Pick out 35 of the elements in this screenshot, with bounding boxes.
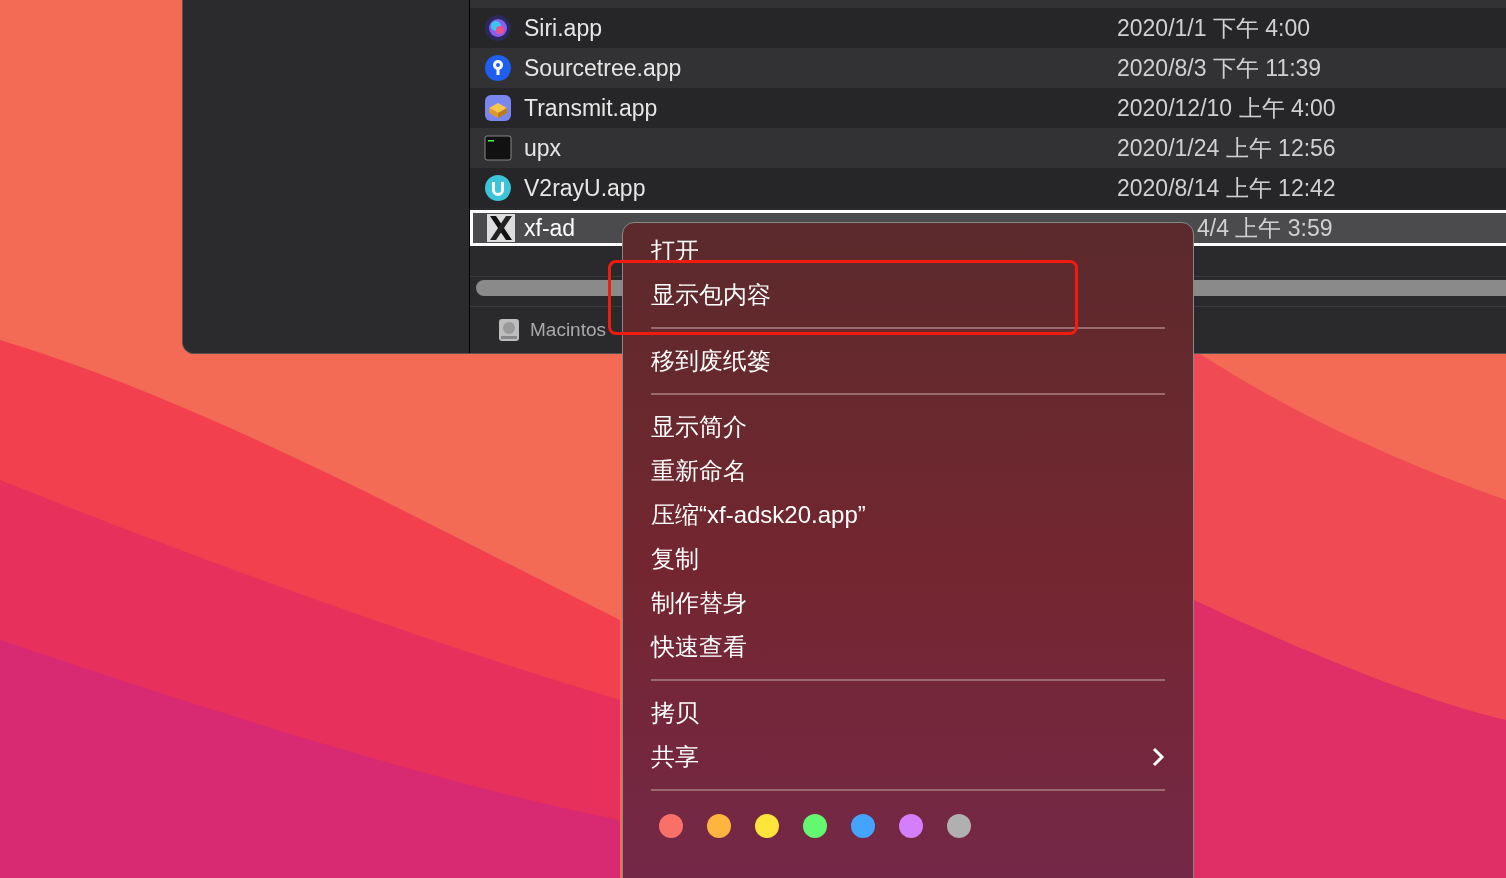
truck-icon	[484, 94, 512, 122]
menu-item[interactable]: 显示简介	[623, 405, 1193, 449]
file-name: V2rayU.app	[524, 173, 647, 203]
date-modified: 2020/12/10 上午 4:00	[1117, 93, 1336, 123]
date-modified: 2020/8/14 上午 12:42	[1117, 173, 1336, 203]
menu-item[interactable]: 重新命名	[623, 449, 1193, 493]
pin-icon	[484, 54, 512, 82]
file-name: Transmit.app	[524, 93, 659, 123]
menu-item[interactable]: 移到废纸篓	[623, 339, 1193, 383]
v-logo-icon	[484, 174, 512, 202]
sphere-icon	[484, 14, 512, 42]
file-name: Sourcetree.app	[524, 53, 683, 83]
menu-item[interactable]: 共享	[623, 735, 1193, 779]
menu-item[interactable]: 复制	[623, 537, 1193, 581]
date-modified: 2020/1/1 下午 4:00	[1117, 13, 1311, 43]
terminal-icon	[484, 134, 512, 162]
file-name: xf-ad	[524, 213, 577, 243]
menu-item[interactable]: 制作替身	[623, 581, 1193, 625]
file-row[interactable]: Transmit.app 2020/12/10 上午 4:00	[470, 88, 1506, 128]
menu-item[interactable]: 拷贝	[623, 691, 1193, 735]
date-modified: 4/4 上午 3:59	[1197, 213, 1333, 243]
file-row[interactable]: Sourcetree.app 2020/8/3 下午 11:39	[470, 48, 1506, 88]
file-row[interactable]: V2rayU.app 2020/8/14 上午 12:42	[470, 168, 1506, 208]
date-modified: 2020/8/3 下午 11:39	[1117, 53, 1322, 83]
menu-item[interactable]: 压缩“xf-adsk20.app”	[623, 493, 1193, 537]
date-modified: 2020/1/24 上午 12:56	[1117, 133, 1336, 163]
menu-item[interactable]: 显示包内容	[623, 273, 1193, 317]
x-logo-icon	[487, 214, 515, 242]
menu-item[interactable]: 快速查看	[623, 625, 1193, 669]
file-row[interactable]: upx 2020/1/24 上午 12:56	[470, 128, 1506, 168]
file-name: Siri.app	[524, 13, 603, 43]
disk-name[interactable]: Macintos	[530, 315, 607, 345]
file-row[interactable]: Siri.app 2020/1/1 下午 4:00	[470, 8, 1506, 48]
file-name: upx	[524, 133, 563, 163]
hard-drive-icon	[496, 317, 522, 343]
